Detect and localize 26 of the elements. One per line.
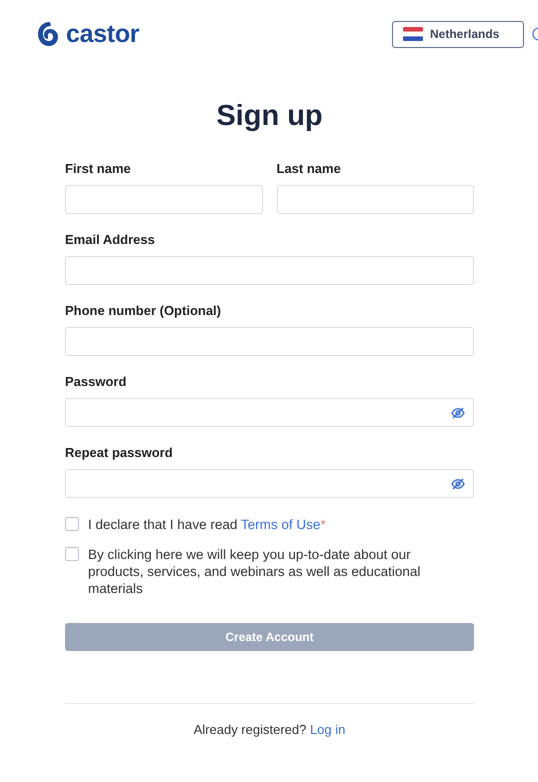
input-field[interactable]: [65, 469, 474, 498]
login-link[interactable]: Log in: [310, 722, 346, 737]
eye-off-icon[interactable]: [451, 406, 465, 418]
flag-icon: [403, 27, 423, 41]
checkbox[interactable]: [65, 517, 79, 531]
checkbox-label: By clicking here we will keep you up-to-date about our products, services, and webinars as well as educational materials: [88, 546, 422, 597]
checkbox-label: I declare that I have read Terms of Use*: [88, 516, 327, 533]
input-field[interactable]: [65, 256, 474, 285]
field-label: First name: [65, 161, 132, 176]
input-field[interactable]: [65, 327, 474, 356]
field-label: Repeat password: [65, 445, 174, 460]
logo-icon: [36, 20, 60, 48]
checkbox[interactable]: [65, 547, 79, 561]
login-prompt: Already registered? Log in: [192, 722, 346, 737]
page-title: Sign up: [215, 100, 324, 133]
field-label: Last name: [276, 161, 342, 176]
input-field[interactable]: [276, 185, 474, 214]
field-label: Password: [65, 374, 128, 389]
eye-off-icon[interactable]: [451, 478, 465, 490]
input-field[interactable]: [65, 185, 262, 214]
field-label: Phone number (Optional): [65, 303, 222, 318]
input-field[interactable]: [65, 398, 474, 427]
terms-link[interactable]: Terms of Use: [240, 517, 320, 532]
country-selector[interactable]: Netherlands: [392, 20, 524, 48]
field-label: Email Address: [65, 232, 156, 247]
logo-text: castor: [66, 20, 140, 48]
